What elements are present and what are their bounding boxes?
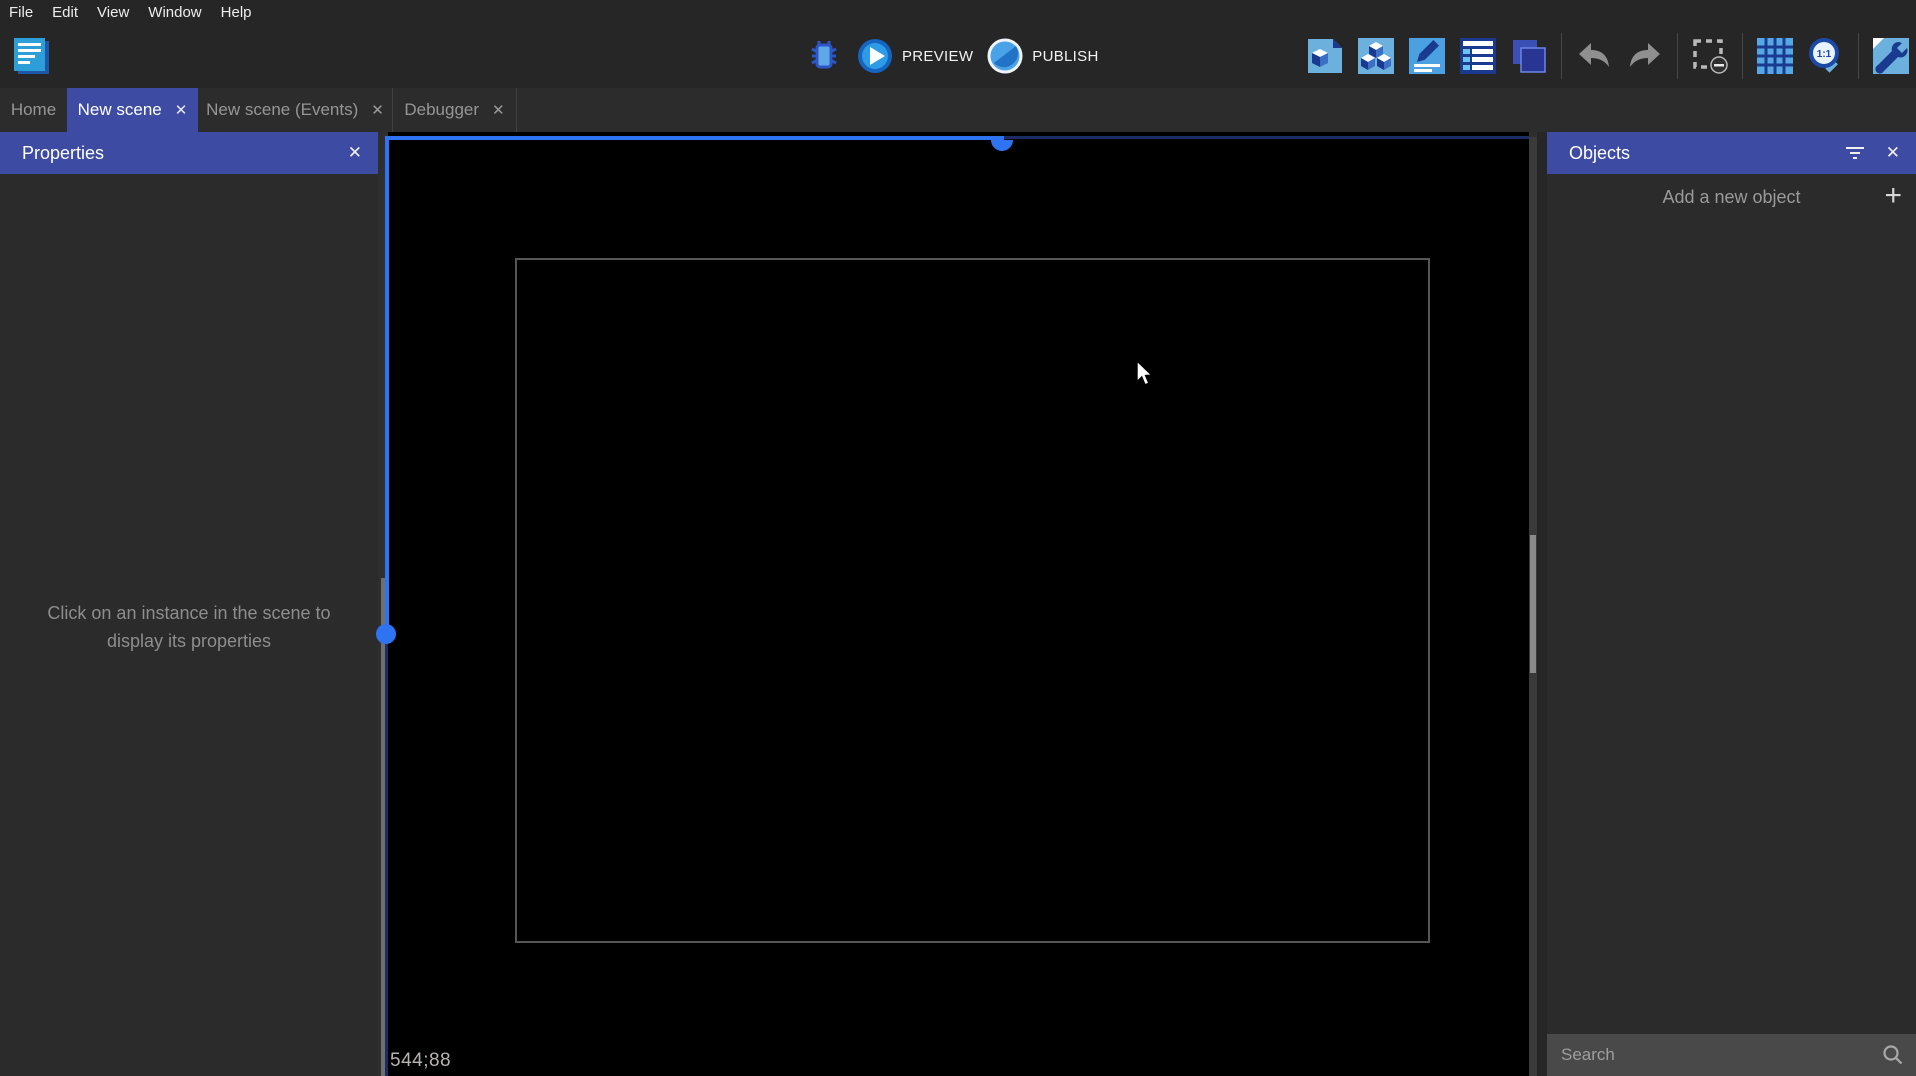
preview-button[interactable]: PREVIEW xyxy=(856,37,973,75)
menu-edit[interactable]: Edit xyxy=(52,4,78,21)
publish-globe-icon xyxy=(986,37,1024,75)
objects-panel: Objects ✕ Add a new object + xyxy=(1547,132,1916,1076)
tab-home[interactable]: Home xyxy=(0,88,67,132)
search-icon[interactable] xyxy=(1882,1044,1904,1066)
filter-icon[interactable] xyxy=(1846,147,1864,159)
zoom-one-to-one-icon[interactable]: 1:1 xyxy=(1807,37,1845,75)
open-objects-icon[interactable] xyxy=(1357,37,1395,75)
properties-hint-text: Click on an instance in the scene to dis… xyxy=(18,600,360,656)
menu-file[interactable]: File xyxy=(9,4,33,21)
add-object-label: Add a new object xyxy=(1662,187,1800,208)
tab-close-icon[interactable]: ✕ xyxy=(371,101,384,119)
toolbar-separator xyxy=(1677,33,1678,79)
selection-resize-handle-left[interactable] xyxy=(376,624,396,644)
open-layers-icon[interactable] xyxy=(1510,37,1548,75)
mouse-cursor-icon xyxy=(1135,360,1153,386)
debug-bug-icon[interactable] xyxy=(805,37,843,75)
preview-label: PREVIEW xyxy=(902,48,973,65)
open-events-icon[interactable] xyxy=(1459,37,1497,75)
project-manager-button[interactable] xyxy=(10,35,52,77)
selection-top-edge xyxy=(386,136,1004,140)
menu-view[interactable]: View xyxy=(97,4,129,21)
tab-debugger[interactable]: Debugger ✕ xyxy=(393,88,517,132)
publish-button[interactable]: PUBLISH xyxy=(986,37,1098,75)
tab-new-scene[interactable]: New scene ✕ xyxy=(67,88,198,132)
publish-label: PUBLISH xyxy=(1032,48,1098,65)
toolbar: PREVIEW PUBLISH xyxy=(0,24,1916,88)
canvas-scrollbar-thumb[interactable] xyxy=(1530,535,1536,673)
toolbar-separator xyxy=(1742,33,1743,79)
toolbar-separator xyxy=(1858,33,1859,79)
tab-close-icon[interactable]: ✕ xyxy=(492,101,505,119)
menu-help[interactable]: Help xyxy=(221,4,252,21)
undo-icon[interactable] xyxy=(1575,37,1613,75)
selection-top-edge-dim xyxy=(1004,136,1529,139)
objects-panel-title: Objects xyxy=(1569,143,1630,164)
add-object-row[interactable]: Add a new object xyxy=(1547,174,1916,220)
object-search-input[interactable] xyxy=(1561,1045,1882,1065)
menu-bar: File Edit View Window Help xyxy=(0,0,1916,24)
add-object-plus-icon[interactable]: + xyxy=(1884,178,1902,214)
project-manager-icon xyxy=(10,35,52,77)
properties-panel-header: Properties ✕ xyxy=(0,132,378,174)
toolbar-separator xyxy=(1561,33,1562,79)
cursor-coordinates: 544;88 xyxy=(390,1050,451,1072)
close-icon[interactable]: ✕ xyxy=(348,143,362,163)
panel-gap xyxy=(1537,132,1547,1076)
tab-bar: Home New scene ✕ New scene (Events) ✕ De… xyxy=(0,88,1916,132)
svg-text:1:1: 1:1 xyxy=(1817,49,1832,60)
properties-panel: Properties ✕ Click on an instance in the… xyxy=(0,132,378,1076)
preview-play-icon xyxy=(856,37,894,75)
edit-scene-pencil-icon[interactable] xyxy=(1408,37,1446,75)
open-scene-file-icon[interactable] xyxy=(1306,37,1344,75)
object-search-bar xyxy=(1547,1034,1916,1076)
menu-window[interactable]: Window xyxy=(148,4,201,21)
close-icon[interactable]: ✕ xyxy=(1886,143,1900,163)
game-window-frame xyxy=(515,258,1430,943)
deselect-icon[interactable] xyxy=(1691,37,1729,75)
properties-panel-title: Properties xyxy=(22,143,104,164)
objects-panel-header: Objects ✕ xyxy=(1547,132,1916,174)
tab-new-scene-events[interactable]: New scene (Events) ✕ xyxy=(198,88,393,132)
scene-canvas-region: 544;88 xyxy=(378,132,1547,1076)
selection-left-edge xyxy=(385,136,389,639)
selection-left-edge-dim xyxy=(385,639,388,1076)
setup-wrench-icon[interactable] xyxy=(1872,37,1910,75)
grid-icon[interactable] xyxy=(1756,37,1794,75)
redo-icon[interactable] xyxy=(1626,37,1664,75)
tab-close-icon[interactable]: ✕ xyxy=(175,101,188,119)
